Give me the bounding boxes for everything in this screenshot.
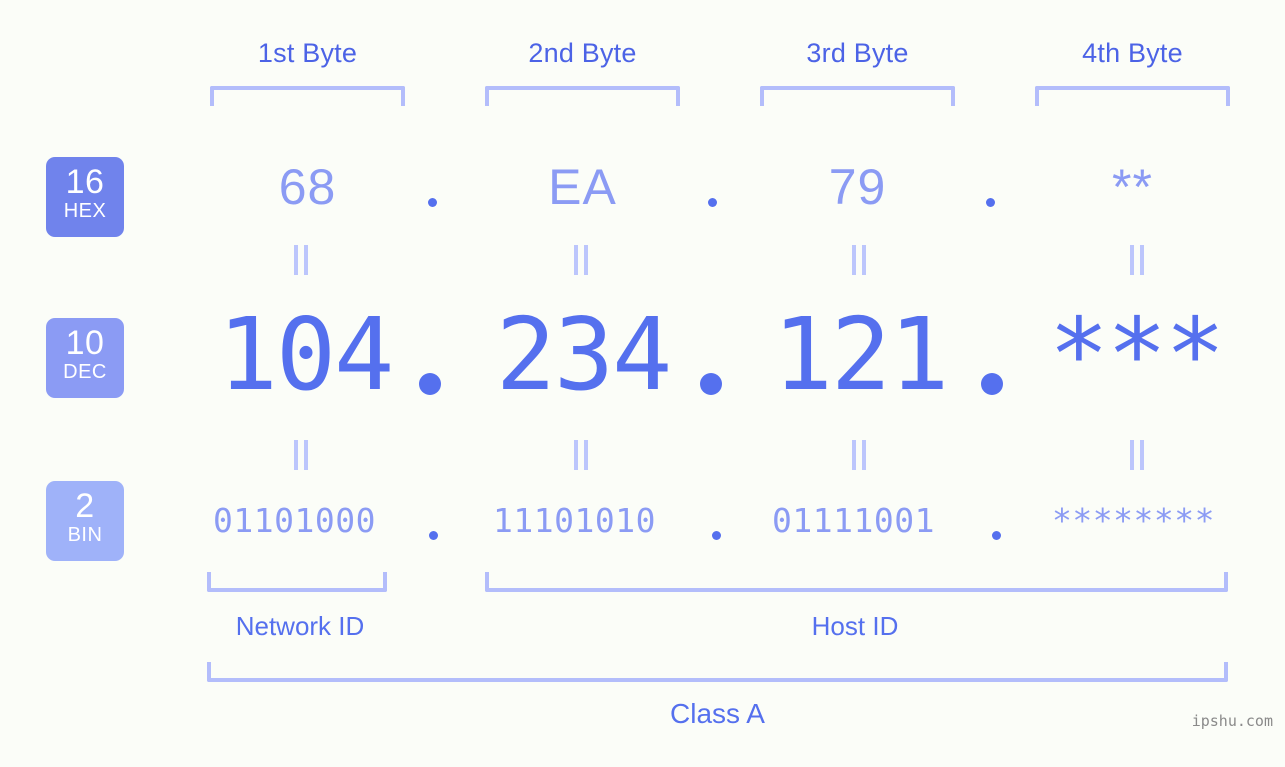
ip-address-breakdown-diagram: 1st Byte 2nd Byte 3rd Byte 4th Byte 16 H… xyxy=(0,0,1285,767)
hex-separator-dot-3 xyxy=(986,198,995,207)
dec-separator-dot-2 xyxy=(700,373,722,395)
base-badge-bin-number: 2 xyxy=(75,487,95,525)
byte-bracket-2 xyxy=(485,86,680,106)
dec-separator-dot-1 xyxy=(419,373,441,395)
bin-separator-dot-1 xyxy=(429,531,438,540)
dec-byte-2: 234 xyxy=(495,296,673,413)
network-id-bracket xyxy=(207,572,387,592)
equals-dec-bin-3 xyxy=(848,440,870,470)
byte-bracket-4 xyxy=(1035,86,1230,106)
equals-hex-dec-3 xyxy=(848,245,870,275)
base-badge-dec-number: 10 xyxy=(65,324,105,362)
bin-byte-1: 01101000 xyxy=(213,501,376,540)
byte-header-4: 4th Byte xyxy=(1082,38,1183,68)
byte-header-2: 2nd Byte xyxy=(528,38,637,68)
dec-byte-1: 104 xyxy=(217,296,395,413)
hex-byte-4: ** xyxy=(1112,159,1153,215)
hex-separator-dot-1 xyxy=(428,198,437,207)
equals-hex-dec-1 xyxy=(290,245,312,275)
bin-byte-2: 11101010 xyxy=(493,501,656,540)
byte-bracket-3 xyxy=(760,86,955,106)
equals-hex-dec-2 xyxy=(570,245,592,275)
host-id-label: Host ID xyxy=(811,611,899,641)
base-badge-dec: 10 DEC xyxy=(46,318,124,398)
network-id-label: Network ID xyxy=(235,611,365,641)
hex-byte-3: 79 xyxy=(828,159,887,215)
bin-byte-3: 01111001 xyxy=(772,501,935,540)
hex-separator-dot-2 xyxy=(708,198,717,207)
bin-separator-dot-3 xyxy=(992,531,1001,540)
class-bracket xyxy=(207,662,1228,682)
base-badge-hex-number: 16 xyxy=(65,163,105,201)
equals-dec-bin-2 xyxy=(570,440,592,470)
base-badge-hex-abbr: HEX xyxy=(63,200,107,222)
class-label: Class A xyxy=(670,698,765,729)
hex-byte-2: EA xyxy=(548,159,617,215)
site-watermark: ipshu.com xyxy=(1191,712,1273,730)
dec-byte-4: *** xyxy=(1048,296,1226,413)
base-badge-dec-abbr: DEC xyxy=(63,361,107,383)
base-badge-bin: 2 BIN xyxy=(46,481,124,561)
byte-header-3: 3rd Byte xyxy=(806,38,909,68)
dec-byte-3: 121 xyxy=(772,296,950,413)
bin-byte-4: ******** xyxy=(1052,501,1215,540)
equals-dec-bin-1 xyxy=(290,440,312,470)
equals-hex-dec-4 xyxy=(1126,245,1148,275)
base-badge-bin-abbr: BIN xyxy=(67,524,103,546)
host-id-bracket xyxy=(485,572,1228,592)
equals-dec-bin-4 xyxy=(1126,440,1148,470)
hex-byte-1: 68 xyxy=(278,159,337,215)
byte-bracket-1 xyxy=(210,86,405,106)
base-badge-hex: 16 HEX xyxy=(46,157,124,237)
dec-separator-dot-3 xyxy=(981,373,1003,395)
byte-header-1: 1st Byte xyxy=(257,38,358,68)
bin-separator-dot-2 xyxy=(712,531,721,540)
